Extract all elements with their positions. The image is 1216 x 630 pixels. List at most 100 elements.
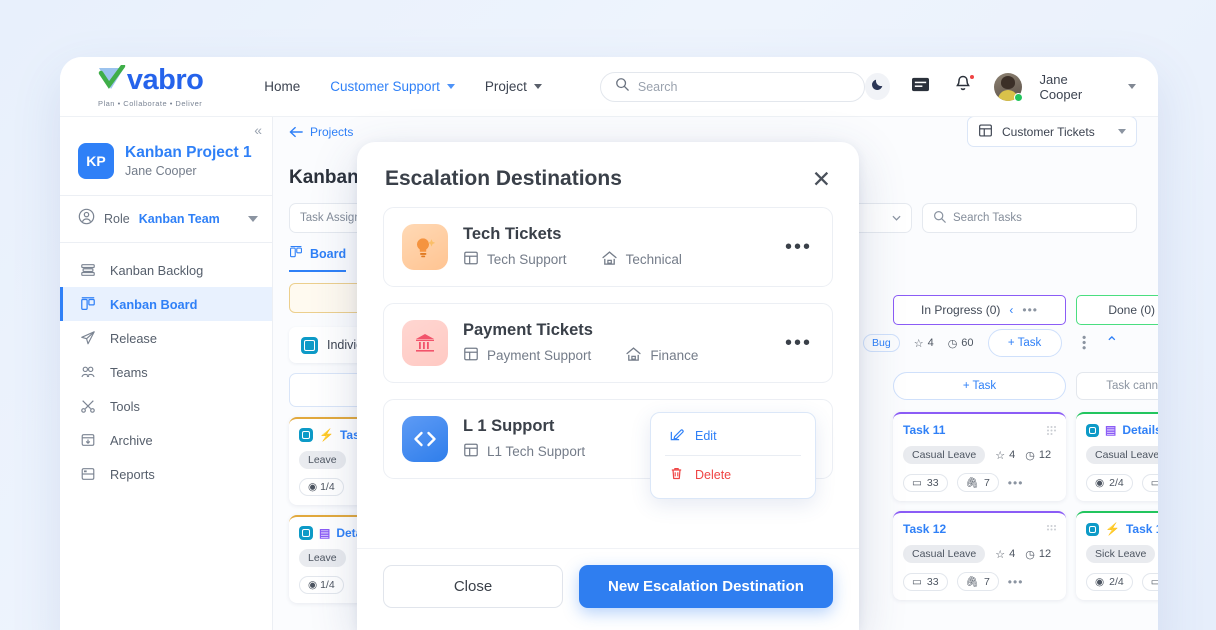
user-menu-chevron-icon[interactable] <box>1128 84 1136 89</box>
add-task-button[interactable]: + Task <box>987 329 1062 357</box>
type-icon: ▤ <box>1105 423 1117 437</box>
destination-category-label: Finance <box>650 348 699 363</box>
comments-count: ▭ 33 <box>903 572 948 591</box>
drag-handle-icon[interactable] <box>1046 423 1057 435</box>
logo-check-icon <box>97 63 127 96</box>
card-menu-icon[interactable]: ••• <box>1008 476 1024 490</box>
search-tasks-input[interactable]: Search Tasks <box>922 203 1137 233</box>
sidebar-collapse-icon[interactable]: « <box>254 123 262 137</box>
priority-icon: ⚡ <box>1105 522 1120 536</box>
vabro-logo[interactable]: vabro Plan • Collaborate • Deliver <box>88 63 212 108</box>
destination-card[interactable]: Tech Tickets Tech Support Technical ••• <box>383 207 833 287</box>
breadcrumb[interactable]: Projects <box>289 125 353 139</box>
global-search[interactable]: Search <box>599 71 865 102</box>
kanban-card[interactable]: Task 12 Casual Leave ☆ 4 ◷ 12 ▭ 33 🖇 7 •… <box>893 511 1066 600</box>
time-estimate: ◷ 12 <box>1025 449 1052 462</box>
kanban-card[interactable]: Task 11 Casual Leave ☆ 4 ◷ 12 ▭ 33 🖇 7 •… <box>893 412 1066 501</box>
task-cannot-be-added-label: Task cannot be added <box>1076 372 1158 400</box>
sidebar-item-tools[interactable]: Tools <box>60 389 272 423</box>
nav-link-project[interactable]: Project <box>485 79 542 94</box>
type-icon: ▤ <box>319 526 331 540</box>
destination-menu-icon[interactable]: ••• <box>785 237 812 257</box>
board-select[interactable]: Customer Tickets <box>967 117 1137 147</box>
sidebar-item-kanban-backlog[interactable]: Kanban Backlog <box>60 253 272 287</box>
backlog-icon <box>79 262 96 279</box>
project-header: KP Kanban Project 1 Jane Cooper <box>60 117 272 195</box>
chevron-down-icon <box>533 84 542 89</box>
avatar[interactable] <box>993 72 1023 102</box>
priority-icon: ⚡ <box>319 428 334 442</box>
destination-card[interactable]: Payment Tickets Payment Support Finance <box>383 303 833 383</box>
destination-category: Technical <box>601 250 682 269</box>
context-menu-delete[interactable]: Delete <box>651 456 815 494</box>
leave-chip: Sick Leave <box>1086 545 1156 563</box>
new-escalation-destination-button[interactable]: New Escalation Destination <box>579 565 833 608</box>
trash-icon <box>669 466 684 484</box>
kanban-card-title: Details <box>1122 423 1158 437</box>
close-icon[interactable]: ✕ <box>812 167 831 191</box>
lightbulb-icon <box>402 224 448 270</box>
project-avatar: KP <box>78 143 114 179</box>
escalation-destinations-modal: Escalation Destinations ✕ Tech Tickets T… <box>357 142 859 630</box>
nav-link-label: Home <box>264 79 301 94</box>
sidebar-item-kanban-board[interactable]: Kanban Board <box>60 287 272 321</box>
modal-header: Escalation Destinations ✕ <box>357 142 859 207</box>
kanban-card[interactable]: ▤ Details Casual Leave ☆ 4 ◷ 12 ◉ 2/4 ▭ … <box>1076 412 1158 501</box>
nav-link-customer-support[interactable]: Customer Support <box>330 79 455 94</box>
assignee-progress: ◉ 2/4 <box>1086 473 1133 492</box>
sidebar-nav: Kanban Backlog Kanban Board Release Team… <box>60 243 272 491</box>
cards-done: ▤ Details Casual Leave ☆ 4 ◷ 12 ◉ 2/4 ▭ … <box>1076 412 1158 600</box>
status-icon <box>1086 522 1099 536</box>
notifications-button[interactable] <box>951 73 976 100</box>
role-selector[interactable]: Role Kanban Team <box>60 196 272 242</box>
nav-link-label: Customer Support <box>330 79 440 94</box>
sidebar-item-release[interactable]: Release <box>60 321 272 355</box>
kanban-card[interactable]: ⚡ Task 1 Sick Leave ☆ 5 ◷ 10 ◉ 2/4 ▭ 11 <box>1076 511 1158 600</box>
nav-link-label: Project <box>484 79 527 94</box>
board-toolstrip: Bug ☆ 4 ◷ 60 + Task ••• ⌃ <box>863 329 1119 357</box>
context-menu-edit-label: Edit <box>695 429 717 443</box>
more-options-icon[interactable]: ••• <box>1076 335 1090 351</box>
tab-label: Board <box>310 246 347 261</box>
notes-button[interactable] <box>908 74 933 100</box>
context-menu-delete-label: Delete <box>695 468 732 482</box>
home-icon <box>601 250 618 269</box>
board-icon <box>463 346 479 365</box>
logo-text: vabro <box>126 64 204 96</box>
tab-board[interactable]: Board <box>289 245 347 272</box>
collapse-chevron-icon[interactable]: ‹ <box>1009 303 1013 317</box>
search-input[interactable]: Search <box>638 80 678 94</box>
logo-tagline: Plan • Collaborate • Deliver <box>97 99 203 108</box>
user-circle-icon <box>78 208 95 230</box>
chevron-down-icon <box>1118 129 1126 134</box>
context-menu-edit[interactable]: Edit <box>651 417 815 455</box>
moon-icon <box>871 77 885 96</box>
add-task-button-in-progress[interactable]: + Task <box>893 372 1066 400</box>
user-name: Jane Cooper <box>1039 71 1083 102</box>
time-estimate: ◷ 12 <box>1025 548 1052 561</box>
chevron-down-icon <box>446 84 455 89</box>
chevron-up-icon[interactable]: ⌃ <box>1105 333 1118 353</box>
sidebar-item-teams[interactable]: Teams <box>60 355 272 389</box>
leave-chip: Leave <box>299 549 346 567</box>
destination-card[interactable]: L 1 Support L1 Tech Support Edit Delete <box>383 399 833 499</box>
destination-board: Tech Support <box>463 250 567 269</box>
destination-board-label: L1 Tech Support <box>487 444 586 459</box>
drag-handle-icon[interactable] <box>1046 522 1057 533</box>
close-button[interactable]: Close <box>383 565 563 608</box>
sidebar-item-label: Release <box>110 330 157 346</box>
project-name[interactable]: Kanban Project 1 <box>125 144 252 162</box>
card-menu-icon[interactable]: ••• <box>1008 575 1024 589</box>
board-icon <box>289 245 303 262</box>
sidebar-item-archive[interactable]: Archive <box>60 423 272 457</box>
destination-menu-icon[interactable]: ••• <box>785 333 812 353</box>
sidebar-item-reports[interactable]: Reports <box>60 457 272 491</box>
modal-footer: Close New Escalation Destination <box>357 548 859 630</box>
nav-link-home[interactable]: Home <box>264 79 300 94</box>
column-menu-icon[interactable]: ••• <box>1022 303 1038 317</box>
leave-chip: Casual Leave <box>903 545 986 563</box>
leave-chip: Casual Leave <box>903 446 986 464</box>
chevron-down-icon <box>892 212 901 224</box>
breadcrumb-label: Projects <box>310 125 354 139</box>
dark-mode-toggle[interactable] <box>864 73 891 100</box>
